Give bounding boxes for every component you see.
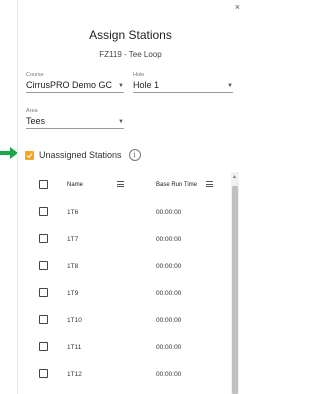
station-name: 1T11: [67, 344, 82, 351]
station-base-run-time: 00:00:00: [156, 209, 182, 216]
column-header-name: Name: [67, 182, 84, 188]
table-row[interactable]: 1T9 00:00:00: [18, 280, 231, 307]
row-checkbox[interactable]: [39, 315, 48, 324]
station-name: 1T9: [67, 290, 79, 297]
table-row[interactable]: 1T8 00:00:00: [18, 253, 231, 280]
dialog-title: Assign Stations: [89, 28, 172, 42]
table-row[interactable]: 1T12 00:00:00: [18, 361, 231, 388]
station-base-run-time: 00:00:00: [156, 317, 182, 324]
station-base-run-time: 00:00:00: [156, 371, 182, 378]
area-label: Area: [26, 108, 38, 114]
unassigned-stations-label: Unassigned Stations: [39, 150, 122, 160]
scroll-up-icon[interactable]: ▲: [232, 174, 237, 180]
dropdown-caret-icon: ▼: [227, 83, 233, 89]
station-name: 1T10: [67, 317, 82, 324]
unassigned-stations-toggle[interactable]: Unassigned Stations i: [25, 149, 141, 161]
column-header-base-run-time: Base Run Time: [156, 182, 198, 188]
assign-stations-dialog: × Assign Stations FZ119 - Tee Loop Cours…: [17, 0, 243, 394]
station-name: 1T8: [67, 263, 79, 270]
row-checkbox[interactable]: [39, 342, 48, 351]
row-checkbox[interactable]: [39, 234, 48, 243]
row-checkbox[interactable]: [39, 369, 48, 378]
row-checkbox[interactable]: [39, 261, 48, 270]
station-base-run-time: 00:00:00: [156, 236, 182, 243]
row-checkbox[interactable]: [39, 207, 48, 216]
scrollbar-thumb[interactable]: [232, 186, 238, 394]
checkbox-icon[interactable]: [25, 150, 34, 160]
station-base-run-time: 00:00:00: [156, 290, 182, 297]
area-value: Tees: [26, 116, 46, 126]
station-base-run-time: 00:00:00: [156, 263, 182, 270]
row-checkbox[interactable]: [39, 288, 48, 297]
menu-lines-icon[interactable]: [206, 181, 213, 187]
hole-select[interactable]: Hole Hole 1 ▼: [133, 72, 233, 93]
table-row[interactable]: 1T11 00:00:00: [18, 334, 231, 361]
menu-lines-icon[interactable]: [117, 181, 124, 187]
table-row[interactable]: 1T10 00:00:00: [18, 307, 231, 334]
station-name: 1T7: [67, 236, 79, 243]
area-select[interactable]: Area Tees ▼: [26, 108, 124, 129]
scrollbar[interactable]: ▲: [231, 172, 239, 394]
hole-label: Hole: [133, 72, 145, 78]
station-name: 1T12: [67, 371, 82, 378]
course-value: CirrusPRO Demo GC: [26, 80, 113, 90]
course-select[interactable]: Course CirrusPRO Demo GC ▼: [26, 72, 124, 93]
course-label: Course: [26, 72, 44, 78]
station-name: 1T6: [67, 209, 79, 216]
select-all-checkbox[interactable]: [39, 180, 48, 189]
close-icon[interactable]: ×: [235, 2, 240, 12]
table-row[interactable]: 1T7 00:00:00: [18, 226, 231, 253]
info-icon[interactable]: i: [128, 149, 141, 161]
hole-value: Hole 1: [133, 80, 160, 90]
station-base-run-time: 00:00:00: [156, 344, 182, 351]
table-header: Name Base Run Time: [18, 172, 231, 199]
green-arrow-icon: [0, 147, 18, 159]
dropdown-caret-icon: ▼: [118, 119, 124, 125]
stations-table: Name Base Run Time 1T6 00:00:00 1T7 00:0…: [18, 172, 231, 388]
dialog-subtitle: FZ119 - Tee Loop: [99, 50, 162, 59]
table-row[interactable]: 1T6 00:00:00: [18, 199, 231, 226]
dropdown-caret-icon: ▼: [118, 83, 124, 89]
